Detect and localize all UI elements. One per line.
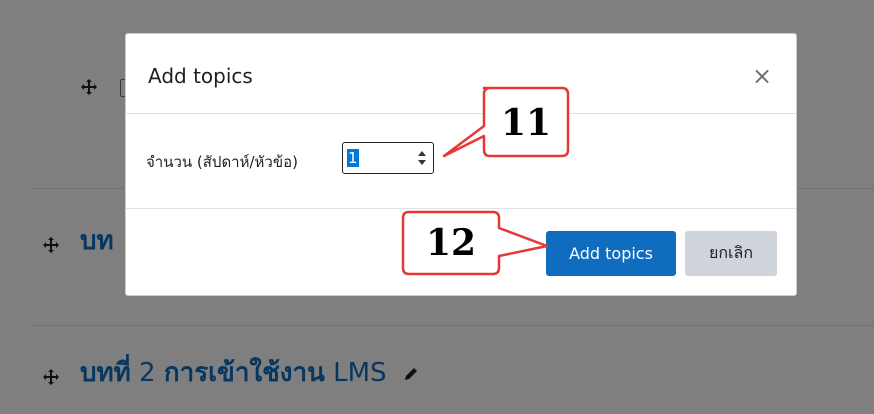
cancel-button[interactable]: ยกเลิก bbox=[685, 231, 777, 276]
callout-12: 12 bbox=[401, 210, 551, 278]
callout-11: 11 bbox=[440, 86, 572, 162]
spinner-arrows-icon[interactable] bbox=[417, 149, 427, 167]
topic-count-value: 1 bbox=[347, 149, 359, 167]
add-topics-button[interactable]: Add topics bbox=[546, 231, 676, 276]
callout-11-label: 11 bbox=[500, 102, 552, 144]
close-icon[interactable]: × bbox=[752, 64, 772, 88]
callout-12-label: 12 bbox=[425, 222, 477, 264]
topic-count-input[interactable]: 1 bbox=[342, 142, 434, 174]
modal-title: Add topics bbox=[148, 64, 253, 88]
topic-count-label: จำนวน (สัปดาห์/หัวข้อ) bbox=[146, 153, 298, 171]
